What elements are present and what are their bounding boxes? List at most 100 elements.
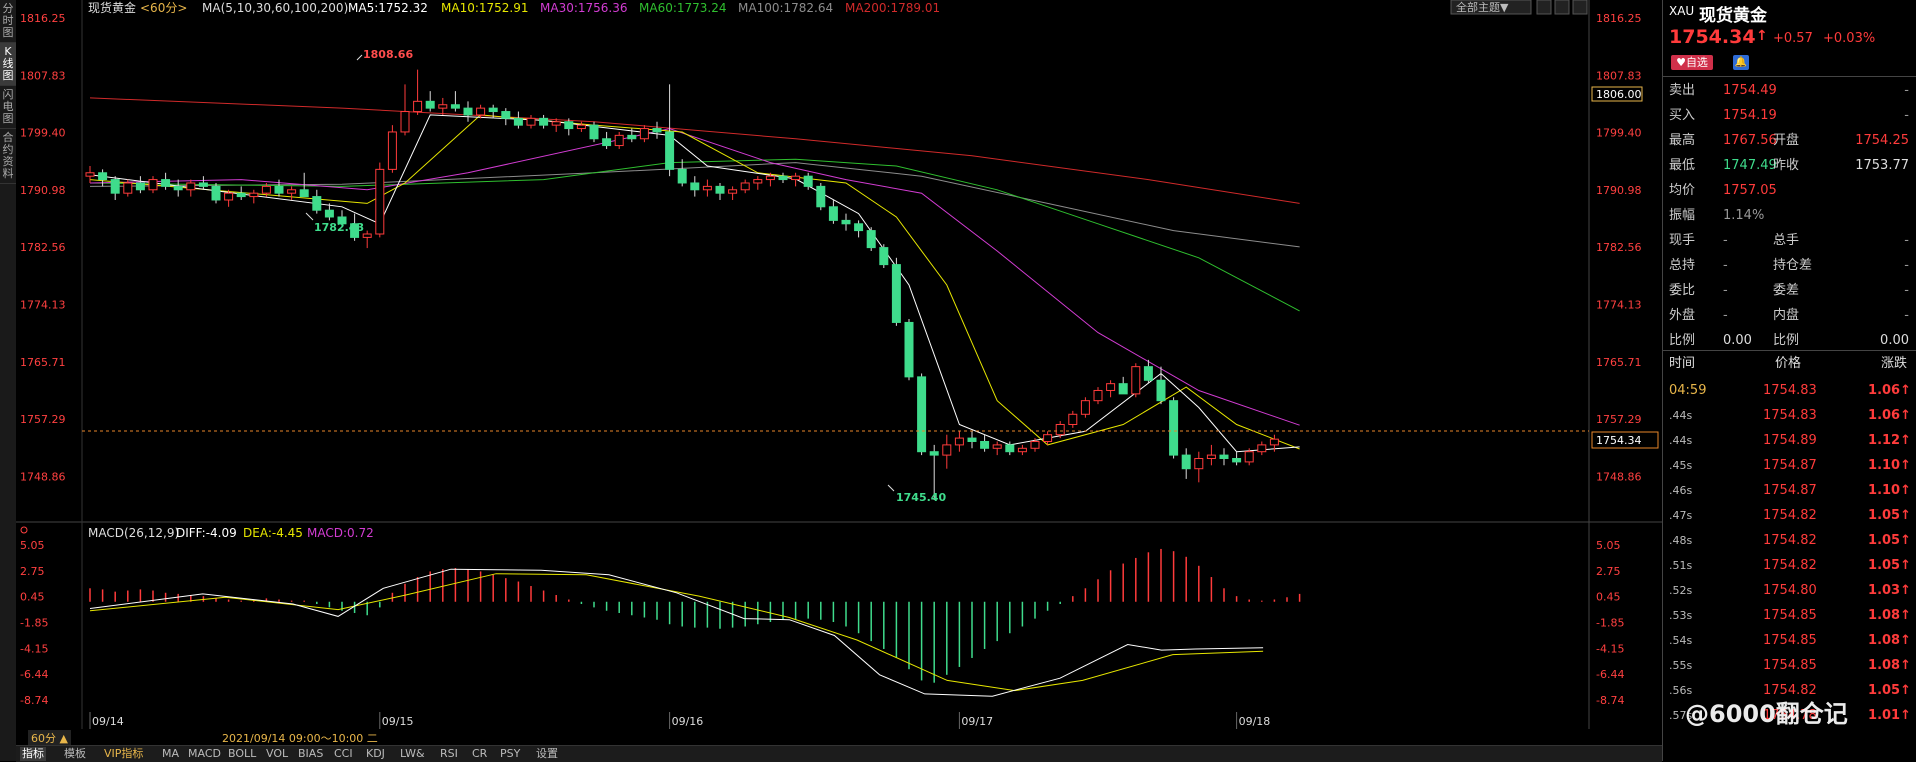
tick-price: 1754.82 — [1763, 558, 1817, 573]
quote-stat-label: 振幅 — [1669, 208, 1696, 223]
candle-body — [602, 138, 612, 147]
candle-body — [261, 185, 271, 194]
tick-change: 1.01↑ — [1868, 708, 1911, 723]
tab-lw[interactable]: LW& — [400, 747, 425, 761]
bell-icon[interactable]: 🔔 — [1733, 55, 1749, 70]
candle-body — [186, 182, 196, 191]
macd-tick-label: 5.05 — [1596, 539, 1621, 552]
tab-ma[interactable]: MA — [162, 747, 179, 761]
candle-body — [980, 440, 990, 449]
tick-time: .48s — [1669, 534, 1693, 547]
candle-body — [400, 111, 410, 133]
rail-tab-flash[interactable]: 闪电图 — [0, 86, 16, 129]
quote-stat-label: 均价 — [1669, 183, 1696, 198]
kline-chart[interactable]: 现货黄金 <60分> MA(5,10,30,60,100,200) MA5:17… — [16, 0, 1662, 729]
candle-body — [1055, 423, 1065, 436]
quote-divider-ticks — [1663, 350, 1916, 351]
indicator-tab-bar: 指标 模板 VIP指标 MA MACD BOLL VOL BIAS CCI KD… — [16, 745, 1662, 762]
zoom-out-icon[interactable] — [1554, 0, 1570, 15]
price-tick-label: 1774.13 — [20, 299, 66, 312]
macd-tick-label: 0.45 — [20, 591, 45, 604]
candle-body — [463, 107, 473, 116]
tab-templates[interactable]: 模板 — [64, 747, 86, 761]
candle-body — [854, 223, 864, 232]
tick-change: 1.10↑ — [1868, 458, 1911, 473]
price-tick-label: 1790.98 — [1596, 184, 1642, 197]
candle-body — [589, 124, 599, 140]
high-label: 1808.66 — [363, 48, 413, 61]
quote-stat-row: 最高 1767.56 开盘 1754.25 — [1663, 128, 1916, 153]
quote-stat-label-2: 持仓差 — [1773, 258, 1813, 273]
candle-body — [274, 185, 284, 194]
tab-vol[interactable]: VOL — [266, 747, 288, 761]
watchlist-label: 自选 — [1685, 56, 1708, 69]
candle-body — [816, 185, 826, 208]
time-range-label: 2021/09/14 09:00～10:00 二 — [222, 732, 378, 745]
macd-title: MACD(26,12,9) — [88, 526, 179, 540]
symbol-label: 现货黄金 — [88, 0, 136, 15]
rail-tab-kline[interactable]: K线图 — [0, 43, 16, 86]
tab-bias[interactable]: BIAS — [298, 747, 323, 761]
tick-row: .55s 1754.85 1.08↑ — [1663, 653, 1916, 678]
tick-change: 1.10↑ — [1868, 483, 1911, 498]
tab-settings[interactable]: 设置 — [536, 747, 558, 761]
tick-change: 1.05↑ — [1868, 683, 1911, 698]
tick-time: .55s — [1669, 659, 1693, 672]
tab-psy[interactable]: PSY — [500, 747, 520, 761]
tick-time: .46s — [1669, 484, 1693, 497]
quote-name: 现货黄金 — [1699, 6, 1767, 26]
candle-body — [614, 134, 624, 147]
candle-body — [1093, 389, 1103, 402]
candle-body — [1143, 366, 1153, 381]
quote-stat-row: 均价 1757.05 — [1663, 178, 1916, 203]
tab-rsi[interactable]: RSI — [440, 747, 458, 761]
candle-body — [1244, 451, 1254, 463]
tick-time: .47s — [1669, 509, 1693, 522]
rail-tab-intraday[interactable]: 分时图 — [0, 0, 16, 43]
candle — [1080, 397, 1090, 418]
quote-pct: +0.03% — [1823, 31, 1876, 46]
candle-body — [564, 121, 574, 130]
candle-body — [1080, 400, 1090, 415]
tick-row: .46s 1754.87 1.10↑ — [1663, 478, 1916, 503]
tab-cci[interactable]: CCI — [334, 747, 353, 761]
tick-change: 1.08↑ — [1868, 658, 1911, 673]
candle-body — [224, 192, 234, 201]
tick-price: 1754.87 — [1763, 458, 1817, 473]
tick-price: 1754.87 — [1763, 483, 1817, 498]
period-selector[interactable]: 60分 ▲ — [28, 730, 71, 746]
tab-cr[interactable]: CR — [472, 747, 487, 761]
candle-body — [425, 100, 435, 109]
candle-body — [1118, 383, 1128, 395]
quote-stat-label-2: 开盘 — [1773, 133, 1800, 148]
tick-price: 1754.85 — [1763, 658, 1817, 673]
heart-icon: ♥ — [1676, 56, 1686, 69]
theme-dropdown-label: 全部主题▼ — [1456, 0, 1509, 14]
price-tick-label: 1807.83 — [20, 69, 66, 82]
tab-vip-indicators[interactable]: VIP指标 — [104, 747, 143, 761]
tick-price: 1754.85 — [1763, 633, 1817, 648]
macd-tick-label: -4.15 — [20, 642, 48, 655]
candle-body — [135, 182, 145, 191]
rail-tab-contract-info[interactable]: 合约资料 — [0, 129, 16, 184]
macd-tick-label: 5.05 — [20, 539, 45, 552]
candle — [866, 227, 876, 252]
candle-body — [513, 117, 523, 126]
ticks-header-time: 时间 — [1669, 356, 1696, 371]
candle-body — [198, 182, 208, 187]
price-tick-label: 1816.25 — [1596, 12, 1642, 25]
quote-stat-label: 最高 — [1669, 133, 1696, 148]
tab-kdj[interactable]: KDJ — [366, 747, 385, 761]
watchlist-button[interactable]: ♥自选 — [1671, 55, 1713, 70]
ticks-header-price: 价格 — [1775, 356, 1802, 371]
scroll-left-icon[interactable] — [1572, 0, 1588, 15]
ma10-legend: MA10:1752.91 — [441, 1, 529, 15]
candle-body — [1030, 440, 1040, 449]
zoom-in-icon[interactable] — [1536, 0, 1552, 15]
quote-stat-label: 卖出 — [1669, 83, 1696, 98]
tab-macd[interactable]: MACD — [188, 747, 221, 761]
tab-boll[interactable]: BOLL — [228, 747, 256, 761]
candle — [387, 125, 397, 173]
tab-indicators[interactable]: 指标 — [20, 747, 46, 761]
candle-body — [576, 124, 586, 130]
